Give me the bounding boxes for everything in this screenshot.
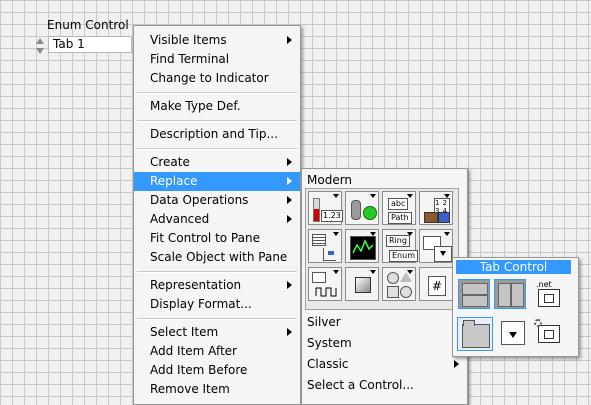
numeric-icon-text: 1.23 (321, 210, 343, 222)
enum-control-label: Enum Control (47, 18, 129, 32)
subpanel-icon (501, 321, 525, 345)
graph-palette-cell[interactable] (345, 229, 379, 263)
submenu-arrow-icon (287, 215, 292, 223)
expand-arrow-icon (370, 194, 376, 198)
enum-icon-text: Enum (389, 250, 418, 262)
subpanel-icon (434, 246, 452, 262)
up-arrow-icon[interactable] (36, 38, 44, 44)
hash-icon: # (428, 276, 446, 296)
io-palette-cell[interactable] (308, 267, 342, 301)
menu-item-add-item-before[interactable]: Add Item Before (134, 361, 300, 380)
array-cluster-palette-cell[interactable]: 1 2 3 4 (419, 191, 453, 225)
submenu-arrow-icon (287, 177, 292, 185)
tab-control-title: Tab Control (456, 260, 571, 274)
palette-item-silver[interactable]: Silver (302, 313, 467, 332)
expand-arrow-icon (333, 270, 339, 274)
triangle-shape-icon (400, 272, 412, 282)
led-icon (363, 206, 377, 220)
menu-item-find-terminal[interactable]: Find Terminal (134, 50, 300, 69)
expand-arrow-icon (333, 194, 339, 198)
tab-control-icon (462, 320, 490, 348)
submenu-arrow-icon (287, 328, 292, 336)
submenu-arrow-icon (287, 196, 292, 204)
menu-item-select-item[interactable]: Select Item (134, 323, 300, 342)
submenu-arrow-icon (287, 158, 292, 166)
io-device-icon (312, 272, 326, 283)
modern-palette-grid: 1.23 abc Path 1 2 3 4 Ring Enum # (305, 188, 459, 310)
menu-separator (137, 271, 297, 273)
refnum-icon (355, 277, 371, 293)
subpanel-button[interactable] (497, 317, 529, 347)
tree-icon (323, 248, 336, 261)
menu-separator (137, 148, 297, 150)
thermometer-icon (313, 198, 320, 222)
menu-item-advanced[interactable]: Advanced (134, 210, 300, 229)
waveform-icon (352, 239, 374, 254)
menu-item-scale-object-with-pane[interactable]: Scale Object with Pane (134, 248, 300, 267)
horizontal-split-bar-button[interactable] (458, 279, 490, 309)
menu-item-data-operations[interactable]: Data Operations (134, 191, 300, 210)
activex-gear-icon (534, 319, 542, 327)
replace-palette-menu: Modern 1.23 abc Path 1 2 3 4 Ring Enum #… (301, 168, 468, 405)
palette-item-select-a-control[interactable]: Select a Control... (302, 376, 467, 395)
menu-item-make-type-def[interactable]: Make Type Def. (134, 97, 300, 116)
cluster-icon-blue (438, 212, 450, 223)
submenu-arrow-icon (287, 36, 292, 44)
menu-separator (137, 120, 297, 122)
menu-item-display-format[interactable]: Display Format... (134, 295, 300, 314)
cluster-icon (424, 212, 438, 223)
ring-enum-palette-cell[interactable]: Ring Enum (382, 229, 418, 263)
toggle-switch-icon (351, 200, 361, 220)
circle-shape-icon (387, 272, 399, 284)
dotnet-container-icon (538, 289, 560, 307)
refnum-palette-cell[interactable] (345, 267, 379, 301)
expand-arrow-icon (370, 270, 376, 274)
activex-container-button[interactable] (532, 317, 564, 347)
circle-shape-icon-2 (400, 286, 412, 298)
activex-container-icon (538, 325, 560, 343)
string-icon-text: abc (388, 198, 409, 210)
submenu-arrow-icon (454, 360, 459, 368)
palette-item-system[interactable]: System (302, 334, 467, 353)
pulse-icon (315, 287, 337, 297)
list-table-palette-cell[interactable] (308, 229, 342, 263)
boolean-palette-cell[interactable] (345, 191, 379, 225)
context-menu: Visible Items Find Terminal Change to In… (133, 25, 301, 405)
tab-control-button[interactable] (457, 317, 493, 351)
dotnet-container-button[interactable]: .net (532, 279, 564, 309)
tab-control-palette: Tab Control .net (452, 257, 579, 357)
enum-increment-decrement[interactable] (34, 36, 46, 56)
path-icon-text: Path (388, 212, 412, 224)
containers-palette-cell[interactable] (419, 229, 453, 263)
listbox-icon (312, 234, 326, 246)
down-arrow-icon[interactable] (36, 48, 44, 54)
enum-value-display[interactable]: Tab 1 (48, 36, 132, 53)
decorations-palette-cell[interactable] (382, 267, 416, 301)
palette-item-classic[interactable]: Classic (302, 355, 467, 374)
menu-item-description-and-tip[interactable]: Description and Tip... (134, 125, 300, 144)
menu-item-change-to-indicator[interactable]: Change to Indicator (134, 69, 300, 88)
menu-item-add-item-after[interactable]: Add Item After (134, 342, 300, 361)
menu-item-representation[interactable]: Representation (134, 276, 300, 295)
menu-item-visible-items[interactable]: Visible Items (134, 31, 300, 50)
graph-icon (350, 236, 376, 260)
menu-separator (137, 318, 297, 320)
menu-item-fit-control-to-pane[interactable]: Fit Control to Pane (134, 229, 300, 248)
vertical-split-bar-button[interactable] (494, 279, 526, 309)
menu-separator (137, 92, 297, 94)
submenu-arrow-icon (287, 281, 292, 289)
ring-icon-text: Ring (386, 235, 410, 247)
dotnet-icon-text: .net (536, 280, 552, 289)
vertical-splitter-icon (498, 283, 524, 307)
variant-palette-cell[interactable]: # (419, 267, 453, 301)
horizontal-splitter-icon (462, 283, 488, 307)
menu-item-remove-item[interactable]: Remove Item (134, 380, 300, 399)
menu-item-create[interactable]: Create (134, 153, 300, 172)
expand-arrow-icon (444, 232, 450, 236)
square-shape-icon (387, 286, 399, 298)
numeric-palette-cell[interactable]: 1.23 (308, 191, 343, 225)
string-path-palette-cell[interactable]: abc Path (382, 191, 416, 225)
menu-item-replace[interactable]: Replace (134, 172, 300, 191)
expand-arrow-icon (333, 232, 339, 236)
